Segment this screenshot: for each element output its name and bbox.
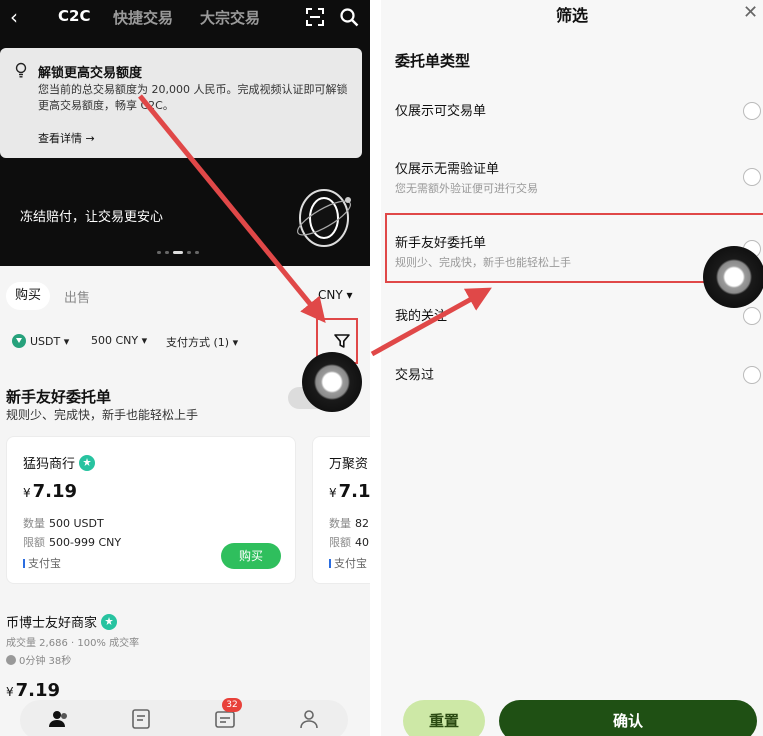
release-time-row: 0分钟 38秒: [6, 652, 206, 667]
notice-title: 解锁更高交易额度: [38, 66, 143, 81]
filter-row: USDT ▾ 500 CNY ▾ 支付方式 (1) ▾: [0, 324, 370, 360]
quantity-label: 数量: [23, 517, 45, 530]
unread-badge: 32: [222, 698, 242, 712]
option-following[interactable]: 我的关注: [395, 305, 447, 324]
option-traded-before[interactable]: 交易过: [395, 364, 434, 383]
option-tradable-only[interactable]: 仅展示可交易单: [395, 100, 486, 119]
carousel-dots: [157, 251, 207, 257]
quantity-row: 数量 500 USDT: [23, 515, 104, 531]
limit-value: 40: [355, 536, 369, 549]
verified-badge-icon: [101, 614, 118, 630]
coin-select[interactable]: USDT ▾: [12, 334, 69, 348]
merchant-card[interactable]: 万聚资 ¥7.19 数量 82 限额 40 支付宝: [312, 436, 370, 584]
limit-value: 500-999 CNY: [49, 536, 122, 549]
shield-planet-icon: [297, 189, 351, 247]
merchant-name-row: 猛犸商行: [23, 453, 96, 472]
currency-select[interactable]: CNY ▾: [318, 288, 353, 302]
scan-icon[interactable]: [306, 8, 324, 26]
currency-symbol: ¥: [23, 486, 31, 500]
price: ¥7.19: [329, 481, 370, 502]
quantity-value: 500 USDT: [49, 517, 104, 530]
quantity-row: 数量 82: [329, 515, 369, 531]
verified-badge-icon: [79, 455, 96, 471]
tap-indicator: [703, 246, 763, 308]
search-icon[interactable]: [339, 7, 359, 27]
radio-following[interactable]: [743, 307, 761, 325]
currency-symbol: ¥: [329, 486, 337, 500]
radio-no-verification[interactable]: [743, 168, 761, 186]
top-bar: ‹ C2C 快捷交易 大宗交易: [0, 0, 370, 36]
amount-select[interactable]: 500 CNY ▾: [91, 334, 147, 347]
limit-row: 限额 500-999 CNY: [23, 534, 121, 550]
user-icon[interactable]: [298, 708, 320, 730]
radio-tradable-only[interactable]: [743, 102, 761, 120]
section-subtitle: 规则少、完成快，新手也能轻松上手: [6, 408, 199, 422]
merchant-name: 万聚资: [329, 457, 369, 472]
tab-block-trade[interactable]: 大宗交易: [200, 7, 260, 28]
funnel-icon[interactable]: [333, 332, 351, 350]
quantity-label: 数量: [329, 517, 351, 530]
order-type-heading: 委托单类型: [395, 52, 471, 70]
sheet-title: 筛选: [555, 6, 588, 25]
tab-c2c[interactable]: C2C: [58, 7, 90, 25]
quantity-value: 82: [355, 517, 369, 530]
coin-select-label: USDT ▾: [30, 335, 70, 348]
merchant-list-item[interactable]: 币博士友好商家 成交量 2,686 · 100% 成交率 0分钟 38秒 ¥7.…: [6, 612, 139, 701]
tab-quick-trade[interactable]: 快捷交易: [113, 7, 173, 28]
merchant-stats: 成交量 2,686 · 100% 成交率: [6, 638, 140, 649]
tab-sell[interactable]: 出售: [64, 287, 90, 306]
price: ¥7.19: [23, 481, 77, 502]
notice-more-link[interactable]: 查看详情 →: [38, 130, 95, 146]
usdt-icon: [12, 334, 26, 348]
price-value: 7.19: [32, 481, 78, 502]
limit-row: 限额 40: [329, 534, 369, 550]
price: ¥7.19: [6, 680, 106, 701]
carousel-dot: [187, 251, 191, 254]
payment-method: 支付宝: [23, 555, 61, 571]
limit-label: 限额: [329, 536, 351, 549]
price-value: 7.19: [338, 481, 370, 502]
document-icon[interactable]: [130, 708, 152, 730]
bottom-nav: 32: [20, 698, 348, 736]
chevron-left-icon[interactable]: ‹: [10, 5, 18, 29]
confirm-button[interactable]: 确认: [499, 700, 757, 736]
carousel-dot: [165, 251, 169, 254]
merchant-card[interactable]: 猛犸商行 ¥7.19 数量 500 USDT 限额 500-999 CNY 支付宝 …: [6, 436, 296, 584]
release-time: 0分钟 38秒: [19, 656, 72, 667]
limit-label: 限额: [23, 536, 45, 549]
section-title: 新手友好委托单: [6, 388, 112, 406]
buy-button[interactable]: 购买: [221, 543, 281, 569]
payment-select[interactable]: 支付方式 (1) ▾: [166, 334, 238, 350]
price-value: 7.19: [15, 680, 61, 701]
lightbulb-icon: [15, 62, 27, 78]
reset-button[interactable]: 重置: [403, 700, 485, 736]
clock-icon: [6, 655, 16, 665]
merchant-name-row: 币博士友好商家: [6, 612, 118, 631]
notice-body: 您当前的总交易额度为 20,000 人民币。完成视频认证即可解锁更高交易额度，畅…: [38, 83, 348, 112]
payment-method: 支付宝: [329, 555, 367, 571]
filter-sheet: 筛选 ✕ 委托单类型 仅展示可交易单 仅展示无需验证单 您无需额外验证便可进行交…: [381, 0, 763, 736]
banner-slogan: 冻结赔付，让交易更安心: [20, 210, 164, 225]
currency-symbol: ¥: [6, 685, 14, 699]
carousel-dot: [157, 251, 161, 254]
merchant-name: 猛犸商行: [23, 457, 76, 472]
carousel-dot-active: [173, 251, 183, 254]
merchant-name: 币博士友好商家: [6, 616, 98, 631]
limit-notice-card[interactable]: 解锁更高交易额度 您当前的总交易额度为 20,000 人民币。完成视频认证即可解…: [0, 48, 362, 158]
panel-divider: [370, 0, 381, 736]
c2c-screen: ‹ C2C 快捷交易 大宗交易 解锁更高交易额度 您当前的总交易额度为 20,0…: [0, 0, 370, 736]
option-no-verification-desc: 您无需额外验证便可进行交易: [395, 182, 538, 195]
tab-buy[interactable]: 购买: [6, 282, 50, 310]
close-icon[interactable]: ✕: [743, 2, 758, 23]
radio-traded-before[interactable]: [743, 366, 761, 384]
people-icon[interactable]: [48, 708, 70, 730]
buy-sell-row: 购买 出售 CNY ▾: [0, 268, 370, 324]
tap-indicator: [302, 352, 362, 412]
option-no-verification[interactable]: 仅展示无需验证单: [395, 158, 499, 177]
carousel-dot: [195, 251, 199, 254]
hero-banner: 解锁更高交易额度 您当前的总交易额度为 20,000 人民币。完成视频认证即可解…: [0, 36, 370, 266]
